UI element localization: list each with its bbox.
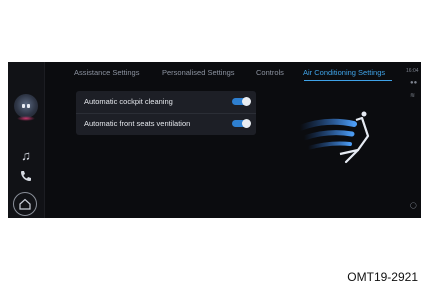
toggle-knob [242, 97, 251, 106]
toggle-knob [242, 119, 251, 128]
tab-controls[interactable]: Controls [256, 68, 284, 77]
active-tab-indicator [304, 80, 392, 81]
assistant-avatar-icon[interactable] [14, 94, 38, 121]
phone-icon[interactable] [18, 170, 34, 186]
tab-personalised-settings[interactable]: Personalised Settings [162, 68, 235, 77]
seat-ventilation-illustration [297, 111, 370, 164]
cockpit-cleaning-toggle[interactable] [232, 97, 251, 106]
avatar-eye-right [27, 104, 30, 108]
avatar-glow [17, 116, 35, 121]
setting-row-seats-ventilation[interactable]: Automatic front seats ventilation [76, 113, 256, 135]
tab-air-conditioning-settings[interactable]: Air Conditioning Settings [303, 68, 385, 77]
signal-icon: ●● [410, 80, 418, 86]
avatar-eye-left [22, 104, 25, 108]
home-icon [19, 198, 31, 210]
infotainment-screen: ♫ Assistance Settings Personalised Setti… [8, 62, 421, 218]
seats-ventilation-toggle[interactable] [232, 119, 251, 128]
sidebar: ♫ [8, 62, 45, 218]
fan-icon: ≋ [410, 93, 416, 99]
tab-assistance-settings[interactable]: Assistance Settings [74, 68, 139, 77]
figure-code: OMT19-2921 [347, 270, 418, 284]
setting-row-cockpit-cleaning[interactable]: Automatic cockpit cleaning [76, 91, 256, 113]
settings-panel: Automatic cockpit cleaning Automatic fro… [76, 91, 256, 135]
setting-label: Automatic front seats ventilation [84, 119, 191, 128]
setting-label: Automatic cockpit cleaning [84, 97, 173, 106]
status-time: 16:04 [406, 68, 419, 74]
lock-icon: ◯ [410, 203, 417, 209]
home-button[interactable] [13, 192, 37, 216]
music-note-icon[interactable]: ♫ [18, 148, 34, 164]
